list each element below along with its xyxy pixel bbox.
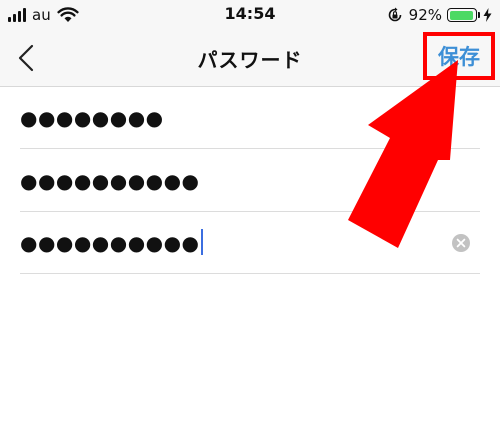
text-caret [200, 228, 203, 255]
orientation-lock-icon [388, 7, 401, 22]
battery-fill [449, 10, 473, 20]
charging-bolt-icon [483, 8, 492, 22]
status-bar: au 14:54 92% [0, 0, 500, 30]
battery-percent: 92% [408, 6, 442, 24]
status-right: 92% [387, 5, 492, 25]
masked-password: ●●●●●●●● [20, 106, 164, 130]
annotation-arrow-icon [348, 60, 458, 248]
masked-password-wrapper: ●●●●●●●●●● [20, 228, 203, 255]
battery-cap [478, 12, 480, 18]
battery-icon [447, 8, 477, 22]
masked-password: ●●●●●●●●●● [20, 231, 200, 255]
masked-password: ●●●●●●●●●● [20, 169, 200, 193]
